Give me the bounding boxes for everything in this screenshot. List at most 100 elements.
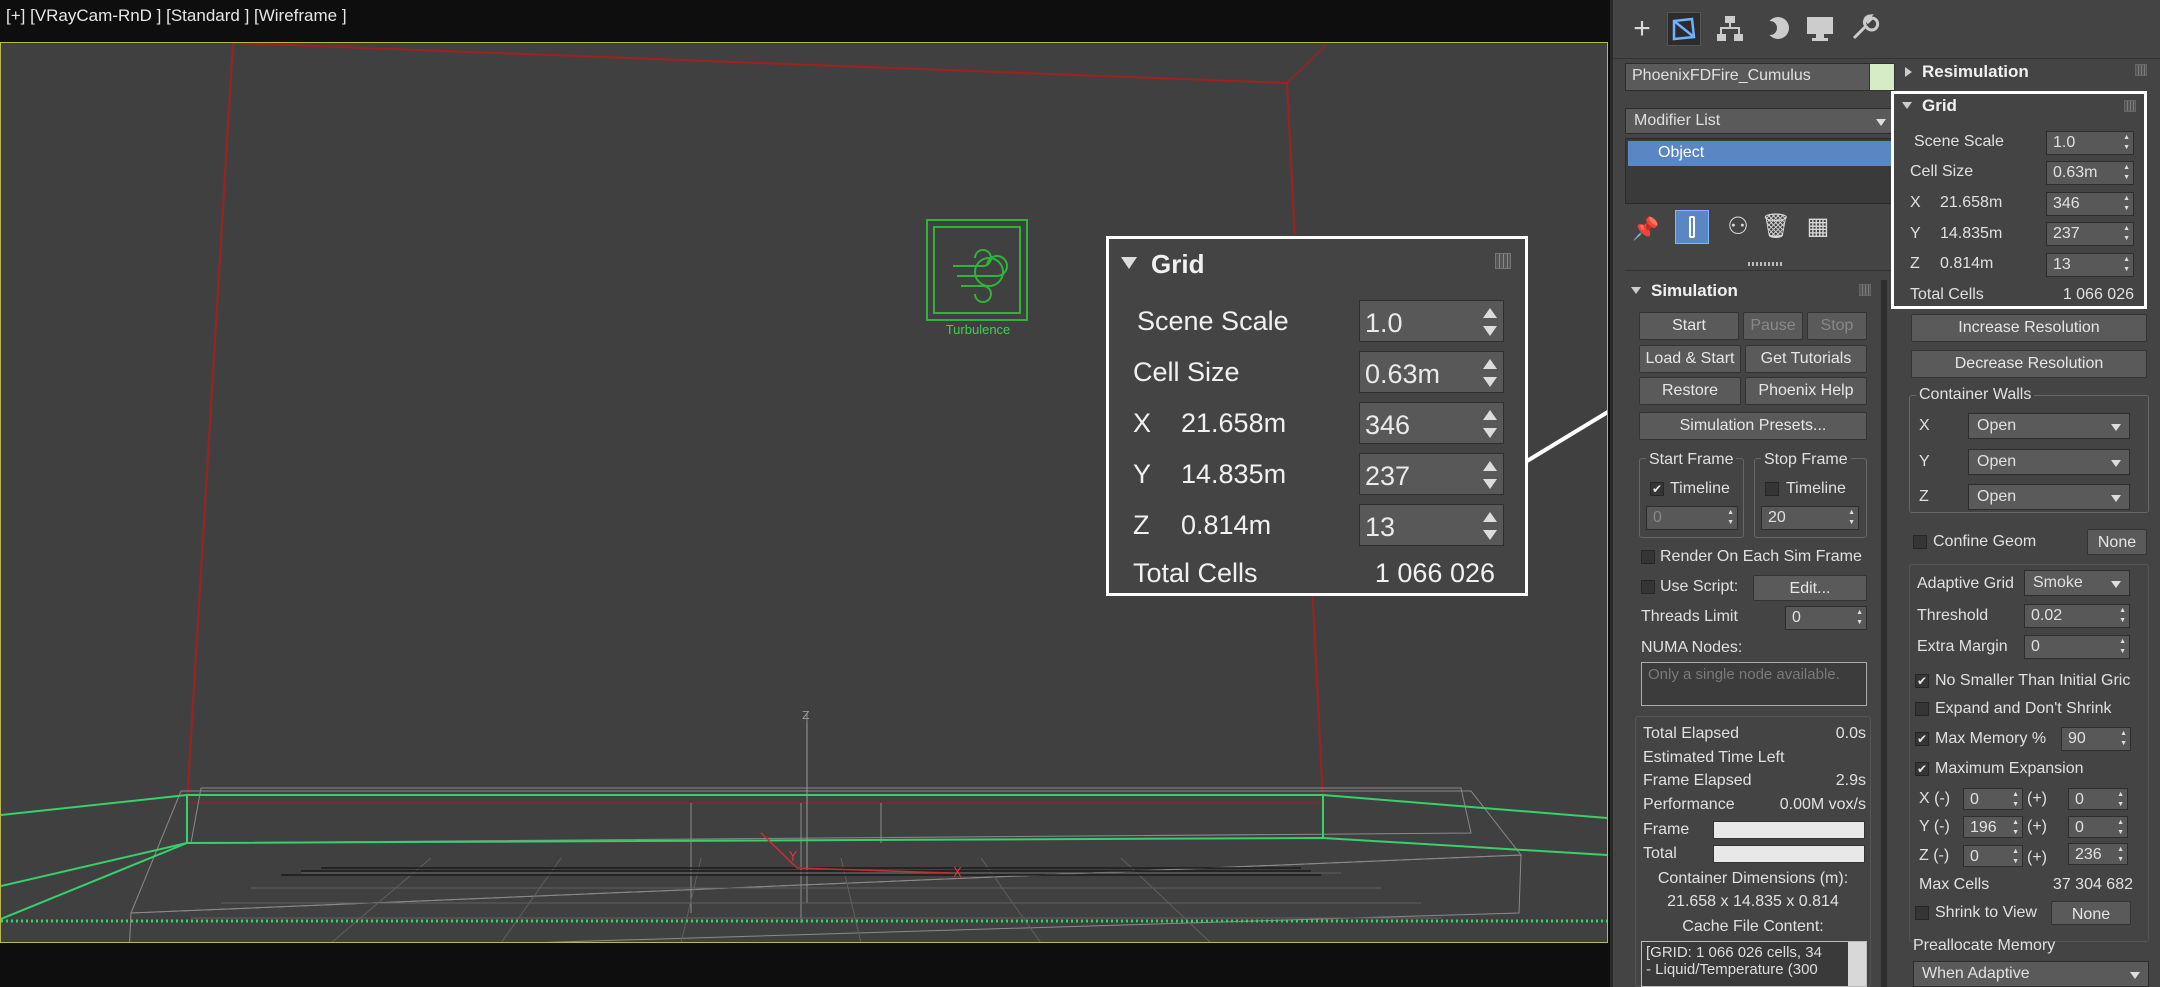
z-minus-spinner[interactable]: 0 — [1963, 845, 2023, 867]
callout-row-x: X 21.658m 346 — [1109, 400, 1525, 446]
preallocate-memory-dropdown[interactable]: When Adaptive — [1913, 961, 2149, 987]
start-button[interactable]: Start — [1639, 312, 1739, 340]
y-minus-spinner[interactable]: 196 — [1963, 816, 2023, 838]
z-plus-label: (+) — [2027, 849, 2047, 866]
frame-progress-label: Frame — [1643, 821, 1690, 838]
grip-icon[interactable] — [1859, 284, 1871, 296]
spinner-arrows-icon[interactable] — [1483, 308, 1497, 336]
resimulation-rollout-header[interactable]: Resimulation — [1905, 62, 2029, 82]
wall-x-dropdown[interactable]: Open — [1968, 413, 2130, 439]
increase-resolution-button[interactable]: Increase Resolution — [1911, 314, 2147, 342]
viewport[interactable]: [+] [VRayCam-RnD ] [Standard ] [Wirefram… — [0, 0, 1610, 987]
modifier-stack-item-object[interactable]: Object — [1628, 141, 1892, 166]
max-memory-spinner[interactable]: 90 — [2061, 727, 2131, 751]
x-minus-spinner[interactable]: 0 — [1963, 788, 2023, 810]
y-plus-spinner[interactable]: 0 — [2068, 816, 2128, 838]
simulation-rollout-header[interactable]: Simulation — [1631, 281, 1738, 301]
edit-script-button[interactable]: Edit... — [1753, 575, 1867, 601]
callout-y-cells-spinner[interactable]: 237 — [1359, 453, 1504, 495]
make-unique-icon[interactable]: ⚇ — [1721, 210, 1755, 244]
adaptive-grid-dropdown[interactable]: Smoke — [2024, 570, 2130, 596]
simulation-title: Simulation — [1651, 281, 1738, 300]
max-memory-checkbox[interactable]: ✔ — [1915, 732, 1929, 746]
callout-z-cells-spinner[interactable]: 13 — [1359, 504, 1504, 546]
grid-z-size: 0.814m — [1940, 255, 1994, 272]
callout-cell-size-label: Cell Size — [1133, 357, 1240, 387]
restore-button[interactable]: Restore — [1639, 377, 1741, 405]
turbulence-icon — [933, 226, 1021, 314]
z-plus-spinner[interactable]: 236 — [2068, 843, 2128, 865]
simulation-presets-button[interactable]: Simulation Presets... — [1639, 412, 1867, 440]
spinner-arrows-icon[interactable] — [1483, 359, 1497, 387]
shrink-to-view-checkbox[interactable] — [1915, 906, 1929, 920]
stop-button[interactable]: Stop — [1807, 312, 1867, 340]
command-panel-tabs: + — [1613, 0, 2160, 58]
spinner-arrows-icon[interactable] — [1483, 512, 1497, 540]
motion-tab-icon[interactable] — [1759, 12, 1793, 46]
phoenix-help-button[interactable]: Phoenix Help — [1745, 377, 1867, 405]
start-timeline-checkbox[interactable]: ✔ — [1650, 482, 1664, 496]
callout-total-value: 1 066 026 — [1374, 558, 1495, 588]
callout-z-cells-value: 13 — [1365, 512, 1396, 542]
get-tutorials-button[interactable]: Get Tutorials — [1745, 345, 1867, 373]
wall-y-dropdown[interactable]: Open — [1968, 449, 2130, 475]
cache-file-content-box[interactable]: [GRID: 1 066 026 cells, 34 - Liquid/Temp… — [1641, 941, 1867, 987]
show-end-result-icon[interactable] — [1675, 210, 1709, 244]
grip-icon[interactable] — [2135, 64, 2147, 76]
stop-frame-label: Stop Frame — [1761, 451, 1851, 469]
no-smaller-checkbox[interactable]: ✔ — [1915, 674, 1929, 688]
hierarchy-tab-icon[interactable] — [1713, 12, 1747, 46]
object-name-field[interactable]: PhoenixFDFire_Cumulus — [1625, 63, 1873, 91]
callout-scene-scale-spinner[interactable]: 1.0 — [1359, 300, 1504, 342]
start-frame-spinner[interactable]: 0 — [1646, 506, 1738, 530]
spinner-arrows-icon[interactable] — [1483, 461, 1497, 489]
grid-z-cells-spinner[interactable]: 13 — [2046, 253, 2134, 277]
max-expansion-checkbox[interactable]: ✔ — [1915, 762, 1929, 776]
pin-stack-icon[interactable]: 📌 — [1629, 212, 1663, 246]
panel-resize-handle[interactable] — [1748, 262, 1782, 266]
grip-icon[interactable] — [2124, 100, 2136, 112]
modifier-list-dropdown[interactable]: Modifier List — [1625, 108, 1895, 134]
callout-y-label: Y — [1133, 459, 1152, 489]
utilities-tab-icon[interactable] — [1847, 12, 1881, 46]
panel-scrollbar[interactable] — [1881, 280, 1887, 987]
decrease-resolution-button[interactable]: Decrease Resolution — [1911, 350, 2147, 378]
grid-scene-scale-spinner[interactable]: 1.0 — [2046, 131, 2134, 155]
grid-cell-size-spinner[interactable]: 0.63m — [2046, 161, 2134, 185]
numa-nodes-list[interactable]: Only a single node available. — [1641, 662, 1867, 706]
modify-tab-icon[interactable] — [1667, 12, 1701, 46]
render-each-frame-checkbox[interactable] — [1641, 550, 1655, 564]
grid-y-cells-spinner[interactable]: 237 — [2046, 222, 2134, 246]
x-plus-spinner[interactable]: 0 — [2068, 788, 2128, 810]
load-start-button[interactable]: Load & Start — [1639, 345, 1741, 373]
callout-x-cells-spinner[interactable]: 346 — [1359, 402, 1504, 444]
display-tab-icon[interactable] — [1803, 12, 1837, 46]
grid-x-cells-spinner[interactable]: 346 — [2046, 192, 2134, 216]
configure-sets-icon[interactable]: ▦ — [1801, 210, 1835, 244]
expand-dont-shrink-checkbox[interactable] — [1915, 702, 1929, 716]
remove-modifier-icon[interactable]: 🗑 — [1759, 210, 1793, 244]
viewport-label[interactable]: [+] [VRayCam-RnD ] [Standard ] [Wirefram… — [6, 6, 347, 26]
grid-scene-scale-label: Scene Scale — [1914, 133, 2004, 150]
threads-limit-spinner[interactable]: 0 — [1785, 606, 1867, 630]
extra-margin-spinner[interactable]: 0 — [2024, 635, 2130, 659]
create-tab-icon[interactable]: + — [1625, 12, 1659, 46]
shrink-to-view-picker[interactable]: None — [2051, 901, 2131, 925]
grip-icon — [1495, 253, 1511, 269]
confine-geom-checkbox[interactable] — [1913, 535, 1927, 549]
turbulence-helper[interactable] — [926, 219, 1028, 321]
object-color-swatch[interactable] — [1869, 63, 1895, 91]
spinner-arrows-icon[interactable] — [1483, 410, 1497, 438]
grid-x-label: X — [1910, 194, 1921, 211]
cache-scrollbar[interactable] — [1848, 942, 1866, 986]
wall-z-dropdown[interactable]: Open — [1968, 484, 2130, 510]
pause-button[interactable]: Pause — [1743, 312, 1803, 340]
max-cells-value: 37 304 682 — [2052, 876, 2133, 893]
confine-geom-picker[interactable]: None — [2087, 529, 2147, 555]
threshold-spinner[interactable]: 0.02 — [2024, 604, 2130, 628]
use-script-checkbox[interactable] — [1641, 580, 1655, 594]
grid-rollout-header[interactable]: Grid — [1902, 96, 1957, 116]
stop-timeline-checkbox[interactable] — [1765, 482, 1779, 496]
callout-cell-size-spinner[interactable]: 0.63m — [1359, 351, 1504, 393]
stop-frame-spinner[interactable]: 20 — [1761, 506, 1859, 530]
